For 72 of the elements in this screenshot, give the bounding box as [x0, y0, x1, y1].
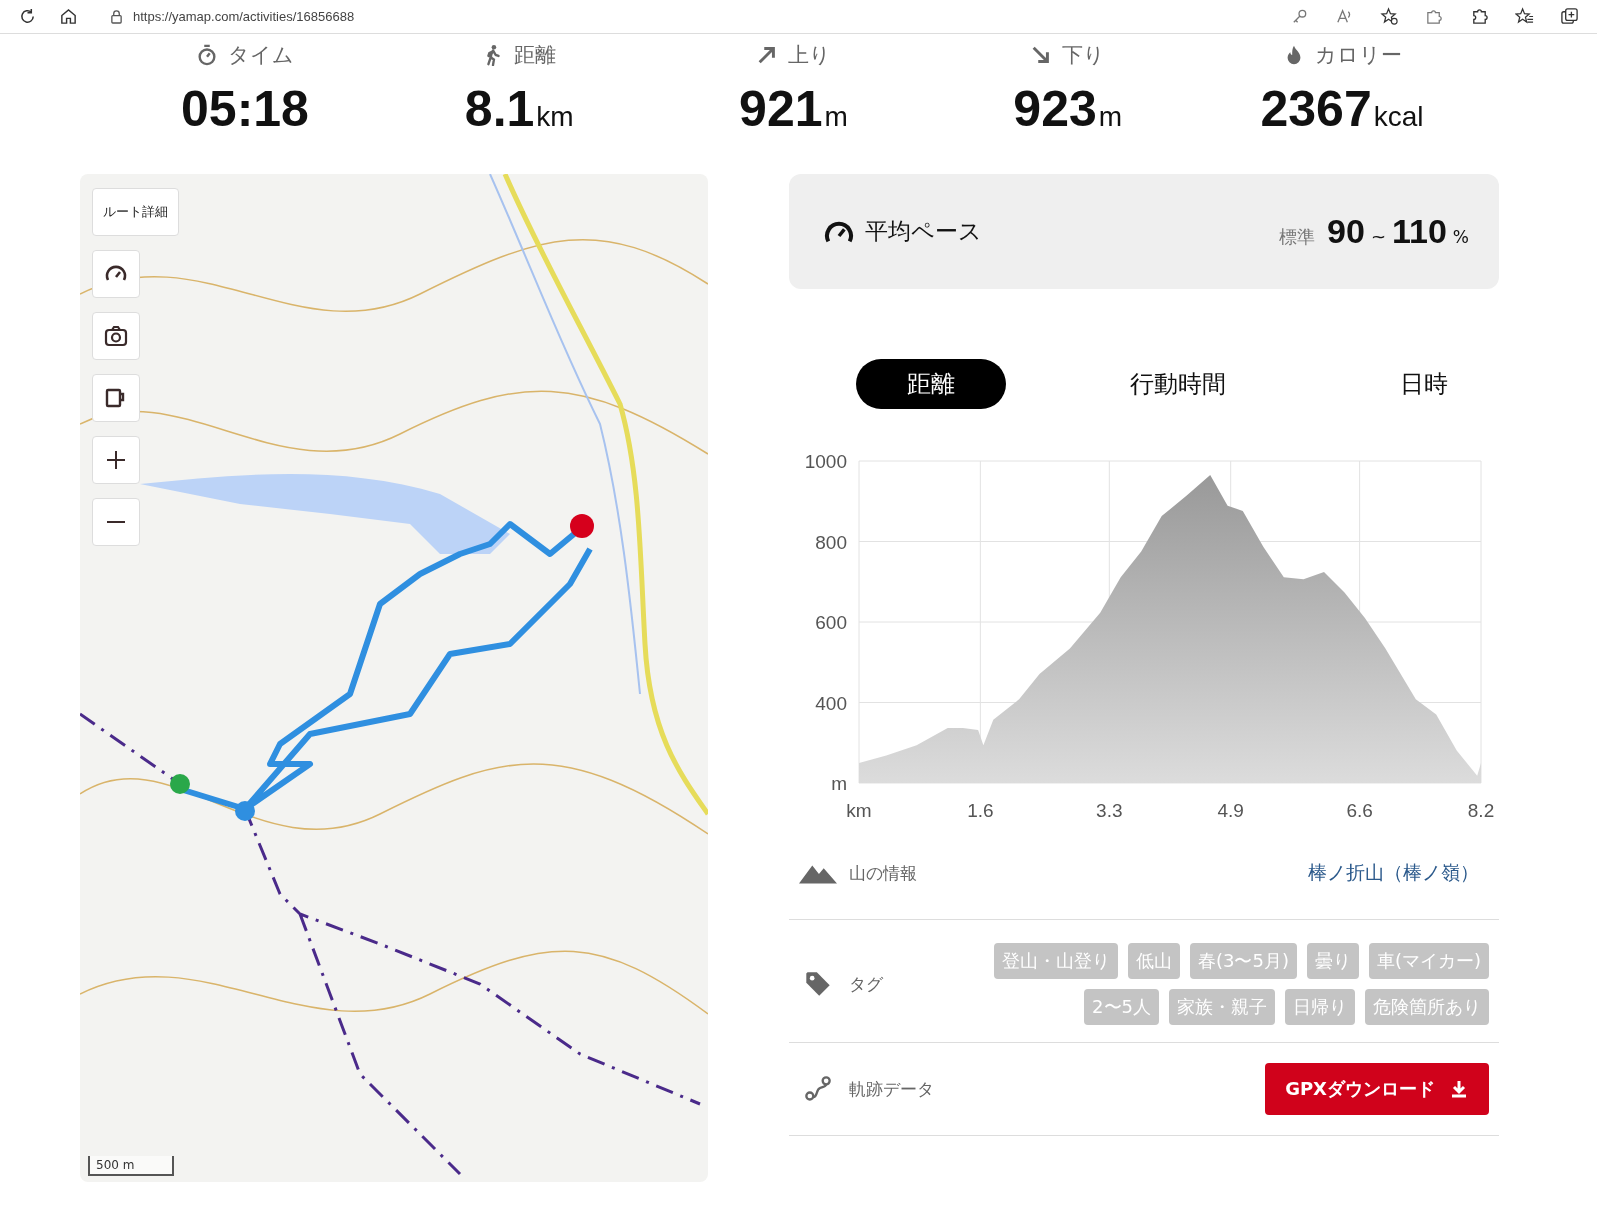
stat-unit: m [1098, 101, 1123, 133]
tag[interactable]: 春(3〜5月) [1190, 943, 1297, 979]
axis-label: 1000 [804, 451, 847, 472]
pace-separator: ~ [1370, 226, 1386, 247]
address-field[interactable]: https://yamap.com/activities/16856688 [100, 2, 1268, 31]
star-add-icon[interactable] [1380, 7, 1399, 26]
tag[interactable]: 2〜5人 [1084, 989, 1159, 1025]
plus-icon [104, 448, 128, 472]
stat-unit: m [824, 101, 848, 133]
axis-label: km [846, 800, 872, 821]
photo-button[interactable] [92, 312, 140, 360]
chart-tab[interactable]: 距離 [856, 359, 1006, 409]
rest-button[interactable] [92, 374, 140, 422]
tag[interactable]: 家族・親子 [1169, 989, 1275, 1025]
axis-label: 400 [815, 692, 847, 714]
extension-icon[interactable] [1425, 7, 1444, 26]
tag[interactable]: 日帰り [1285, 989, 1355, 1025]
pace-unit: % [1452, 227, 1469, 247]
tag[interactable]: 車(マイカー) [1368, 943, 1489, 979]
tag[interactable]: 危険箇所あり [1365, 989, 1489, 1025]
gpx-download-button[interactable]: GPXダウンロード [1265, 1063, 1489, 1115]
minus-icon [106, 521, 126, 523]
download-icon [1449, 1079, 1469, 1099]
axis-label: 600 [815, 612, 847, 633]
pace-max: 110 [1392, 212, 1447, 251]
standard-label: 標準 [1279, 225, 1316, 249]
track-data-label: 軌跡データ [849, 1077, 934, 1101]
stopwatch-icon [196, 44, 218, 66]
pace-button[interactable] [92, 250, 140, 298]
axis-label: 4.9 [1217, 800, 1244, 821]
mountain-link[interactable]: 棒ノ折山（棒ノ嶺） [1308, 860, 1479, 886]
axis-label: 8.2 [1467, 800, 1495, 821]
camera-icon [104, 324, 128, 348]
pace-label: 平均ペース [865, 217, 982, 246]
route-detail-button[interactable]: ルート詳細 [92, 188, 179, 236]
tag[interactable]: 低山 [1128, 943, 1180, 979]
url-text: https://yamap.com/activities/16856688 [133, 9, 355, 24]
zoom-in-button[interactable] [92, 436, 140, 484]
stat-unit: kcal [1373, 101, 1424, 133]
chart-tab[interactable]: 日時 [1349, 359, 1499, 409]
stat-label: 下り [1062, 42, 1106, 69]
arrow-up-icon [756, 44, 778, 66]
tag-icon [804, 970, 832, 998]
stat-value: 923 [1013, 80, 1097, 138]
axis-label: 1.6 [967, 800, 994, 821]
tags-label: タグ [849, 972, 883, 996]
axis-label: m [831, 773, 847, 794]
axis-label: 6.6 [1346, 800, 1373, 821]
stat-value: 05:18 [181, 80, 309, 138]
lock-icon [110, 9, 123, 24]
axis-label: 800 [815, 531, 847, 553]
mountain-info-label: 山の情報 [849, 861, 917, 885]
stat-value: 921 [739, 80, 823, 138]
stat-label: カロリー [1314, 42, 1402, 69]
favorites-icon[interactable] [1515, 7, 1534, 26]
stat-unit: km [536, 101, 574, 133]
stat-value: 8.1 [464, 80, 535, 138]
pace-min: 90 [1327, 212, 1365, 251]
map-scale: 500 m [88, 1156, 174, 1176]
puzzle-icon[interactable] [1470, 7, 1489, 26]
tag[interactable]: 登山・山登り [994, 943, 1118, 979]
tag[interactable]: 曇り [1306, 943, 1359, 979]
reload-icon[interactable] [18, 7, 37, 26]
stat-value: 2367 [1260, 80, 1372, 138]
home-icon[interactable] [59, 7, 78, 26]
collections-icon[interactable] [1560, 7, 1579, 26]
route-icon [804, 1075, 832, 1103]
stat-label: 距離 [514, 42, 557, 69]
stat-label: タイム [228, 42, 294, 69]
axis-label: 3.3 [1096, 800, 1123, 821]
chart-tab[interactable]: 行動時間 [1102, 359, 1253, 409]
stat-label: 上り [788, 42, 831, 69]
